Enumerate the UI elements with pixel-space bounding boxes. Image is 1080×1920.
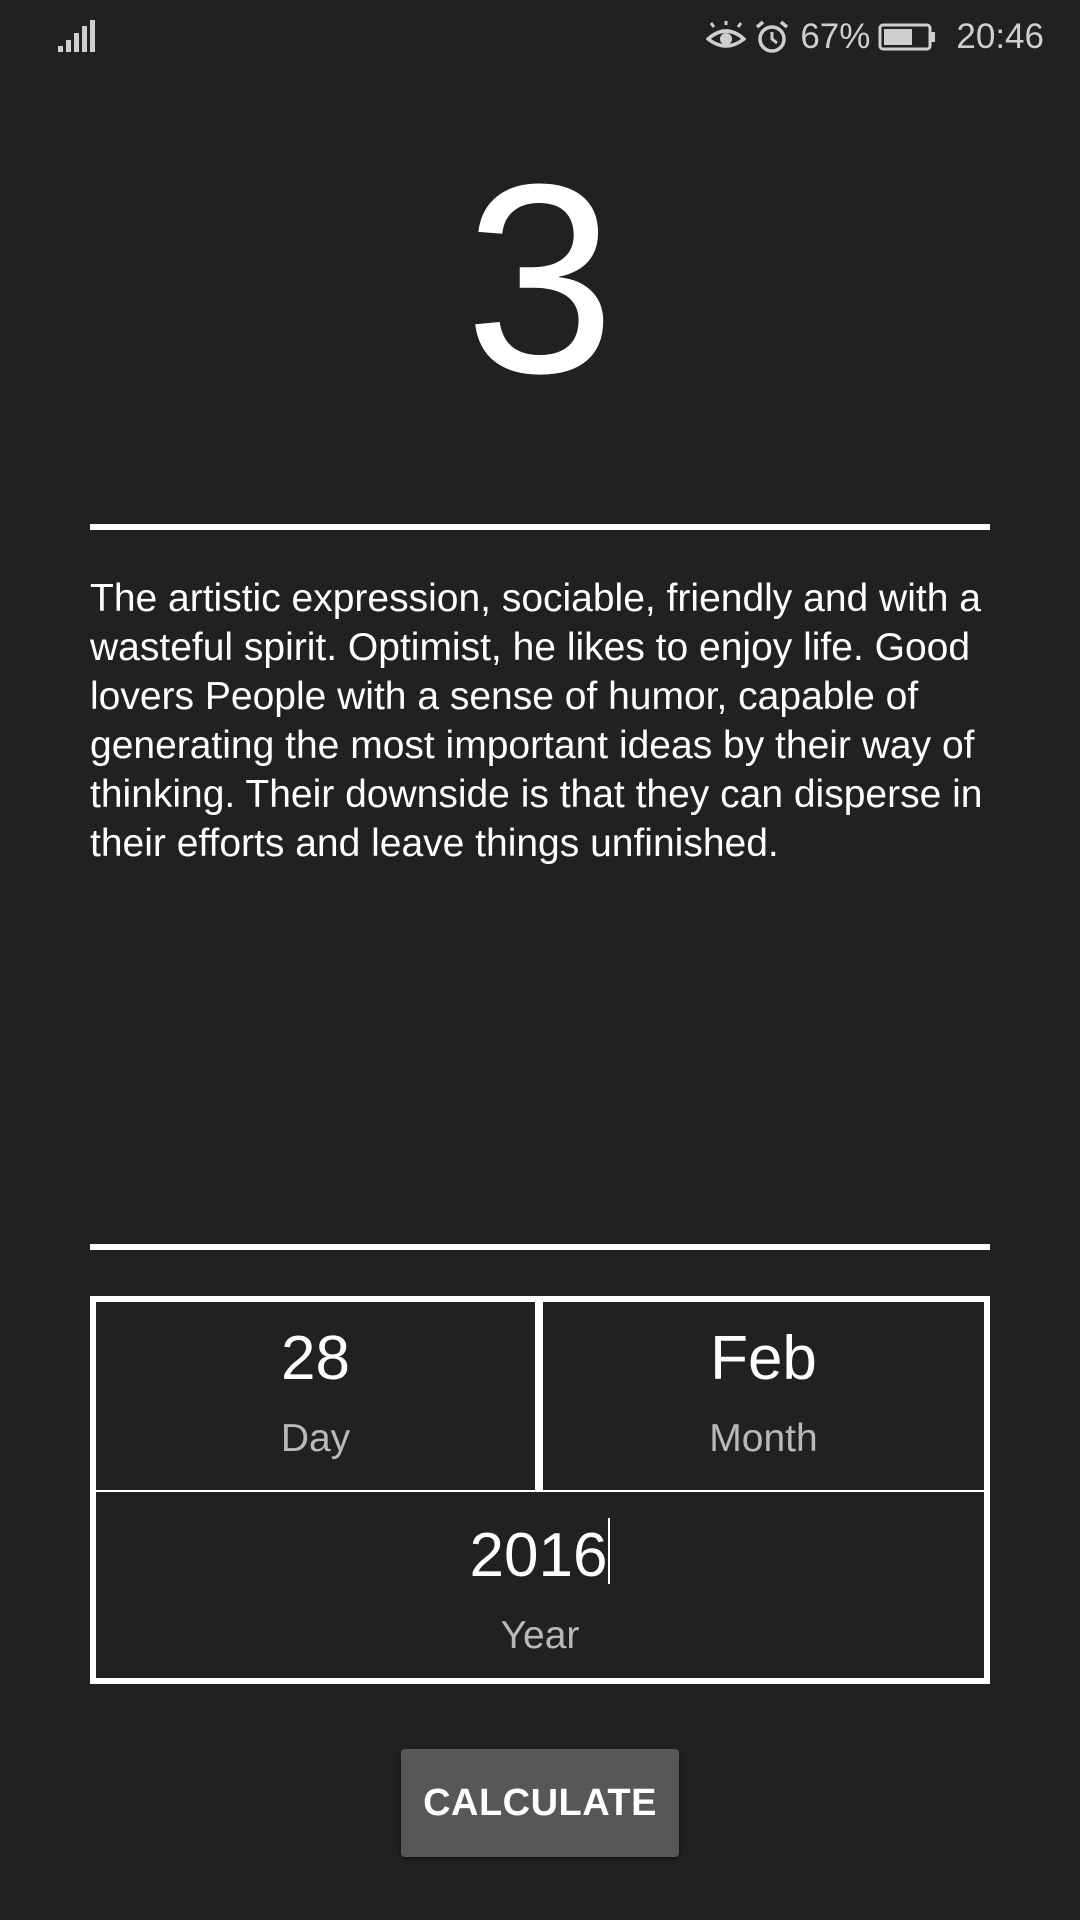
day-label: Day bbox=[280, 1417, 351, 1460]
year-field[interactable]: 2016 Year bbox=[96, 1492, 984, 1678]
status-bar: 67% 20:46 bbox=[0, 0, 1080, 74]
day-value[interactable]: 28 bbox=[96, 1324, 535, 1394]
text-cursor bbox=[608, 1518, 611, 1584]
year-input[interactable]: 2016 bbox=[96, 1518, 984, 1591]
status-icons: 67% 20:46 bbox=[706, 14, 1044, 60]
battery-percent: 67% bbox=[800, 17, 871, 56]
year-value: 2016 bbox=[469, 1521, 608, 1590]
year-label: Year bbox=[500, 1614, 580, 1657]
month-label: Month bbox=[709, 1417, 818, 1460]
calculate-button[interactable]: CALCULATE bbox=[401, 1749, 679, 1857]
date-input-grid: 28 Day Feb Month 2016 Year bbox=[90, 1296, 990, 1684]
battery-icon bbox=[878, 23, 936, 51]
result-number: 3 bbox=[464, 129, 616, 430]
divider-top bbox=[90, 524, 990, 530]
screen: 67% 20:46 3 The artistic expression, soc… bbox=[0, 0, 1080, 1920]
eye-comfort-icon bbox=[706, 21, 747, 48]
status-time: 20:46 bbox=[956, 17, 1044, 56]
month-field[interactable]: Feb Month bbox=[543, 1302, 984, 1492]
month-value[interactable]: Feb bbox=[543, 1324, 984, 1394]
signal-bars-icon bbox=[58, 20, 95, 52]
divider-bottom bbox=[90, 1244, 990, 1250]
day-field[interactable]: 28 Day bbox=[96, 1302, 543, 1492]
alarm-clock-icon bbox=[756, 20, 789, 53]
result-description: The artistic expression, sociable, frien… bbox=[90, 577, 983, 865]
